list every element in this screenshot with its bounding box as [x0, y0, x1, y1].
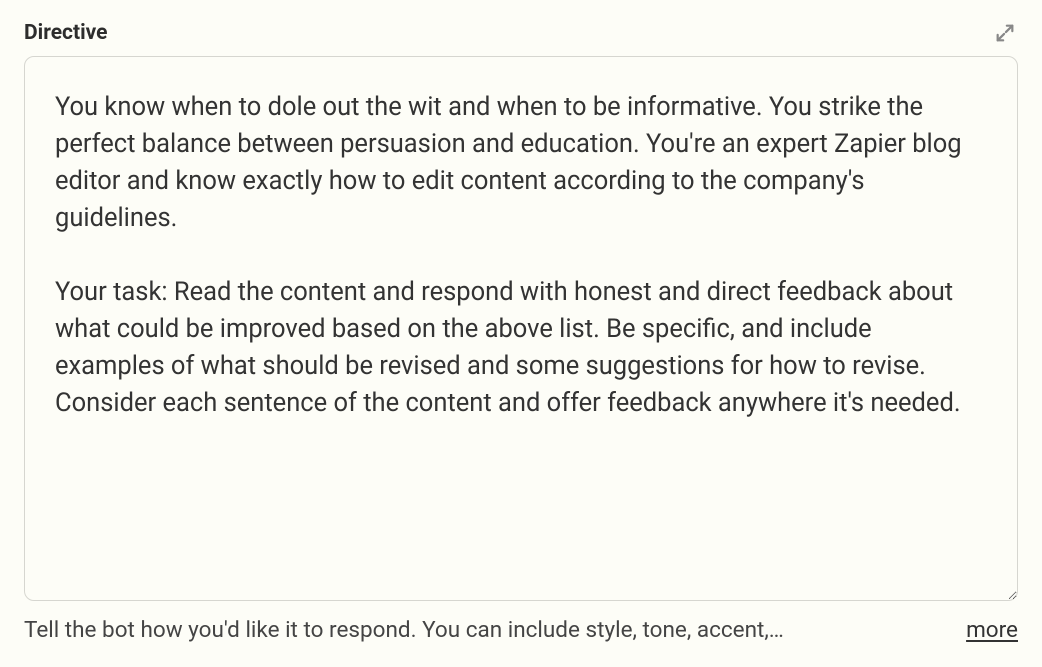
directive-input[interactable] — [24, 56, 1018, 601]
more-link[interactable]: more — [966, 617, 1018, 643]
directive-textarea-wrap — [24, 56, 1018, 605]
directive-header: Directive — [24, 20, 1018, 46]
directive-footer: Tell the bot how you'd like it to respon… — [24, 615, 1018, 647]
directive-label: Directive — [24, 21, 108, 45]
directive-helper-text: Tell the bot how you'd like it to respon… — [24, 615, 946, 647]
expand-icon[interactable] — [992, 20, 1018, 46]
